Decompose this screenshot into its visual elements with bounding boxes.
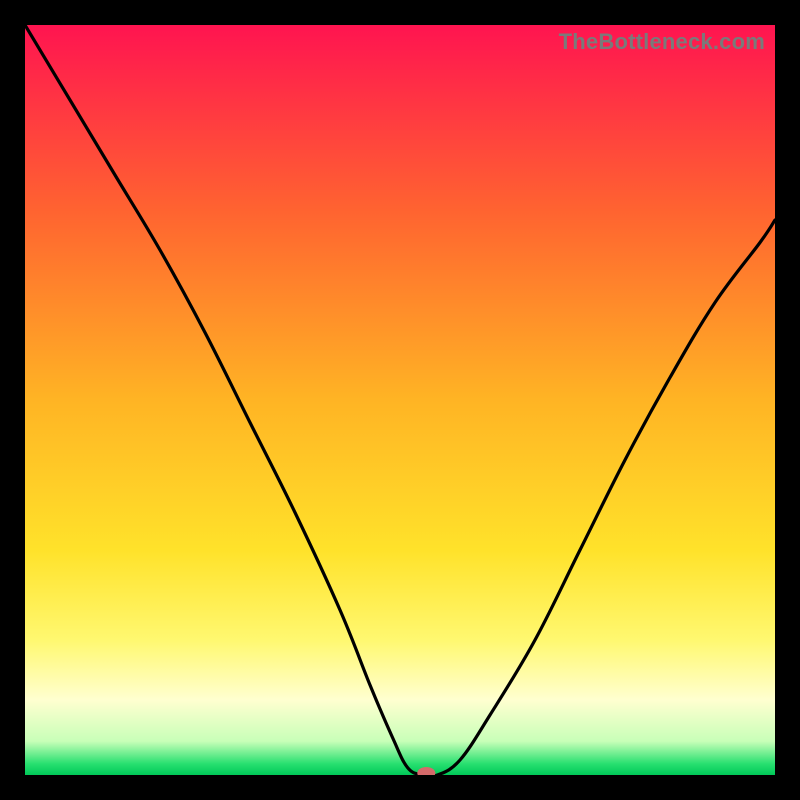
chart-svg <box>25 25 775 775</box>
plot-area: TheBottleneck.com <box>25 25 775 775</box>
watermark-label: TheBottleneck.com <box>559 29 765 55</box>
chart-frame: TheBottleneck.com <box>0 0 800 800</box>
gradient-bg <box>25 25 775 775</box>
